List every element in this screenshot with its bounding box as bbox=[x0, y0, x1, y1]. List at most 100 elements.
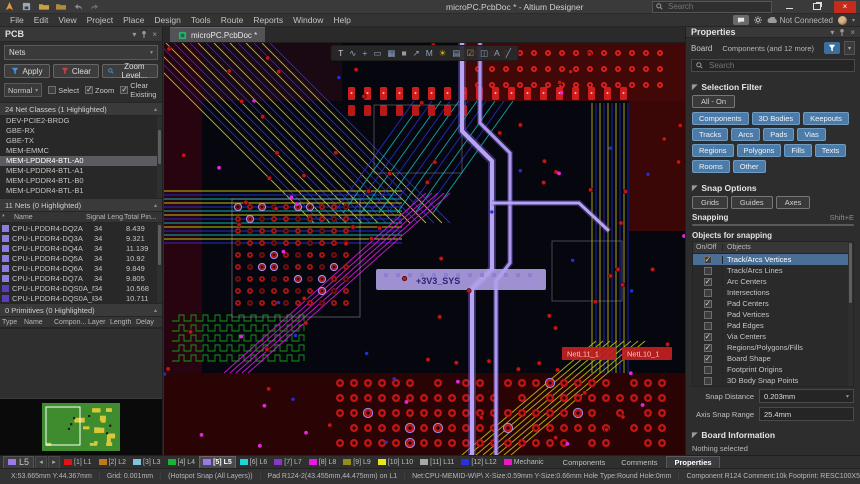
text-icon[interactable]: A bbox=[494, 46, 500, 60]
panel-pin-icon[interactable] bbox=[839, 28, 845, 36]
net-item[interactable]: CPU-LPDDR4-DQS0A_N 34 10.568 bbox=[0, 283, 162, 293]
layer-tab-1l1[interactable]: [1] L1 bbox=[61, 457, 95, 468]
board-minimap[interactable] bbox=[0, 398, 162, 455]
snapping-object-row[interactable]: Pad Vertices bbox=[693, 309, 853, 320]
cloud-connection-icon[interactable]: Not Connected bbox=[767, 15, 833, 25]
undo-icon[interactable] bbox=[72, 2, 83, 12]
snapping-object-row[interactable]: Track/Arcs Vertices bbox=[693, 254, 853, 265]
filter-dropdown-icon[interactable]: ▾ bbox=[843, 41, 855, 55]
open-folder-icon[interactable] bbox=[38, 2, 49, 12]
net-class-item[interactable]: GBE-TX bbox=[0, 136, 162, 146]
snapping-object-row[interactable]: Regions/Polygons/Fills bbox=[693, 342, 853, 353]
menu-item-project[interactable]: Project bbox=[82, 15, 118, 25]
heads-up-display-icon[interactable]: T bbox=[338, 46, 343, 60]
validate-icon[interactable]: ☑ bbox=[466, 46, 474, 60]
panel-pin-icon[interactable] bbox=[141, 30, 147, 38]
column-header[interactable]: * bbox=[2, 214, 14, 221]
redo-icon[interactable] bbox=[89, 2, 100, 12]
scrollbar[interactable] bbox=[157, 116, 162, 198]
layer-tab-12l12[interactable]: [12] L12 bbox=[458, 457, 499, 468]
scrollbar[interactable] bbox=[157, 223, 162, 303]
column-header[interactable]: Length bbox=[110, 319, 136, 326]
layer-stack-icon[interactable]: ▤ bbox=[452, 46, 460, 60]
net-item[interactable]: CPU-LPDDR4-DQS0A_P 34 10.711 bbox=[0, 293, 162, 303]
filter-regions-button[interactable]: Regions bbox=[692, 144, 734, 157]
move-icon[interactable]: + bbox=[362, 46, 367, 60]
restore-button[interactable] bbox=[806, 1, 828, 13]
column-header[interactable]: Name bbox=[14, 214, 86, 221]
layer-scroll-right-icon[interactable]: ▸ bbox=[48, 455, 61, 469]
snapping-object-row[interactable]: Track/Arcs Lines bbox=[693, 265, 853, 276]
net-class-item[interactable]: DEV-PCIE2-BRDG bbox=[0, 116, 162, 126]
option-select[interactable]: Select bbox=[48, 86, 79, 95]
primitives-table-header[interactable]: Type Name Compon... Layer Length Delay bbox=[0, 317, 162, 328]
checkbox[interactable] bbox=[703, 299, 712, 308]
snap-axes-button[interactable]: Axes bbox=[775, 196, 811, 209]
column-header[interactable]: Total Pin... bbox=[124, 214, 158, 221]
document-tab[interactable]: microPC.PcbDoc * bbox=[170, 27, 266, 42]
layer-tab-9l9[interactable]: [9] L9 bbox=[340, 457, 374, 468]
comments-icon[interactable] bbox=[732, 15, 749, 25]
snap-grids-button[interactable]: Grids bbox=[692, 196, 728, 209]
column-header[interactable]: Signal Leng... bbox=[86, 214, 124, 221]
filter-components-button[interactable]: Components bbox=[692, 112, 749, 125]
checkbox[interactable] bbox=[120, 85, 129, 94]
checkbox[interactable] bbox=[85, 85, 94, 94]
checkbox[interactable] bbox=[703, 310, 712, 319]
panel-dropdown-icon[interactable]: ▾ bbox=[830, 28, 834, 37]
pcb-editor-canvas[interactable]: +3V3_SYS NetL11_1 NetL10_1 T ∿ + ▭ ▦ ■ ↗ M ☀ ▤ ☑ ◫ A ╱ bbox=[164, 43, 685, 455]
search-input[interactable] bbox=[666, 1, 760, 12]
option-clear-existing[interactable]: Clear Existing bbox=[120, 81, 158, 99]
filter-vias-button[interactable]: Vias bbox=[797, 128, 826, 141]
net-item[interactable]: CPU-LPDDR4-DQ7A 34 9.805 bbox=[0, 273, 162, 283]
filter-rooms-button[interactable]: Rooms bbox=[692, 160, 730, 173]
close-button[interactable]: × bbox=[834, 0, 856, 13]
global-search-box[interactable] bbox=[652, 0, 772, 13]
snap-guides-button[interactable]: Guides bbox=[730, 196, 773, 209]
interactive-route-icon[interactable]: ↗ bbox=[413, 46, 420, 60]
apply-button[interactable]: Apply bbox=[4, 64, 50, 78]
menu-item-place[interactable]: Place bbox=[118, 15, 149, 25]
layer-tab-3l3[interactable]: [3] L3 bbox=[130, 457, 164, 468]
snapping-object-row[interactable]: Arc Centers bbox=[693, 276, 853, 287]
axis-snap-range-input[interactable]: 25.4mm bbox=[759, 407, 854, 421]
column-header[interactable]: Name bbox=[24, 319, 54, 326]
highlight-mode-dropdown[interactable]: Normal ▾ bbox=[4, 83, 43, 97]
menu-item-window[interactable]: Window bbox=[288, 15, 328, 25]
checkbox[interactable] bbox=[703, 321, 712, 330]
menu-item-design[interactable]: Design bbox=[149, 15, 185, 25]
layer-tab-5l5[interactable]: [5] L5 bbox=[199, 455, 236, 469]
pcb-mode-dropdown[interactable]: Nets ▾ bbox=[4, 45, 158, 60]
filter-polygons-button[interactable]: Polygons bbox=[736, 144, 782, 157]
current-layer-chip[interactable]: L5 bbox=[3, 455, 35, 469]
net-item[interactable]: CPU-LPDDR4-DQ3A 34 9.321 bbox=[0, 233, 162, 243]
checkbox[interactable] bbox=[48, 86, 57, 94]
menu-item-reports[interactable]: Reports bbox=[248, 15, 288, 25]
filter-texts-button[interactable]: Texts bbox=[814, 144, 847, 157]
rectangle-select-icon[interactable]: ▭ bbox=[373, 46, 381, 60]
checkbox[interactable] bbox=[703, 376, 712, 385]
clear-button[interactable]: Clear bbox=[52, 64, 99, 78]
checkbox[interactable] bbox=[703, 288, 712, 297]
selection-filter-button[interactable] bbox=[823, 42, 840, 54]
checkbox[interactable] bbox=[703, 354, 712, 363]
highlight-icon[interactable]: ☀ bbox=[439, 46, 447, 60]
snapping-object-row[interactable]: Pad Centers bbox=[693, 298, 853, 309]
net-class-item[interactable]: GBE-RX bbox=[0, 126, 162, 136]
snapping-object-row[interactable]: 3D Body Snap Points bbox=[693, 375, 853, 386]
layer-tab-4l4[interactable]: [4] L4 bbox=[165, 457, 199, 468]
menu-item-view[interactable]: View bbox=[53, 15, 81, 25]
net-item[interactable]: CPU-LPDDR4-DQ2A 34 8.439 bbox=[0, 223, 162, 233]
filter-tracks-button[interactable]: Tracks bbox=[692, 128, 729, 141]
layer-tab-10l10[interactable]: [10] L10 bbox=[375, 457, 416, 468]
layer-tab-6l6[interactable]: [6] L6 bbox=[237, 457, 271, 468]
column-header[interactable]: Compon... bbox=[54, 319, 88, 326]
nets-header[interactable]: 11 Nets (0 Highlighted) ▴ bbox=[0, 198, 162, 212]
snap-distance-input[interactable]: 0.203mm ▾ bbox=[759, 389, 854, 403]
menu-item-edit[interactable]: Edit bbox=[29, 15, 54, 25]
snapping-object-row[interactable]: Pad Edges bbox=[693, 320, 853, 331]
zoom-level-button[interactable]: Zoom Level... bbox=[101, 62, 158, 80]
menu-item-tools[interactable]: Tools bbox=[186, 15, 216, 25]
primitives-header[interactable]: 0 Primitives (0 Highlighted) ▴ bbox=[0, 303, 162, 317]
snapping-object-row[interactable]: Via Centers bbox=[693, 331, 853, 342]
